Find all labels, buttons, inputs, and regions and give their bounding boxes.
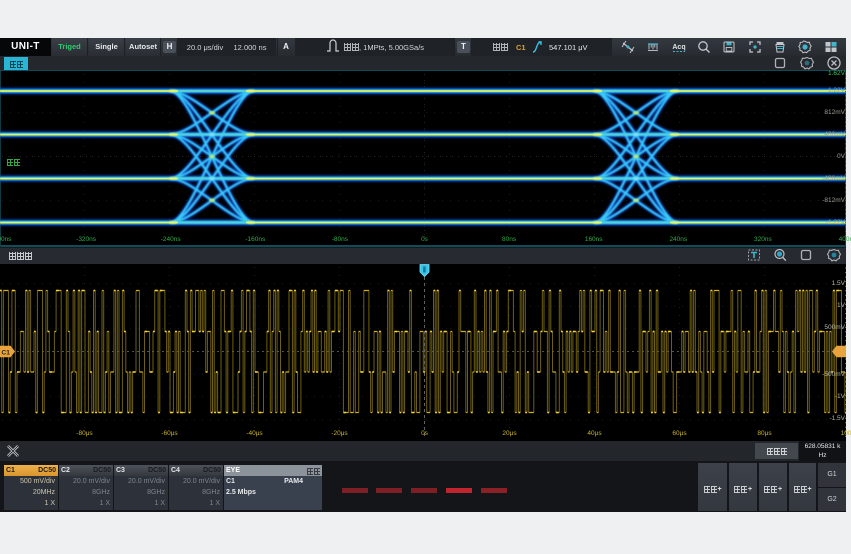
svg-text:C1: C1	[2, 350, 11, 357]
svg-text:Acq: Acq	[672, 44, 685, 51]
